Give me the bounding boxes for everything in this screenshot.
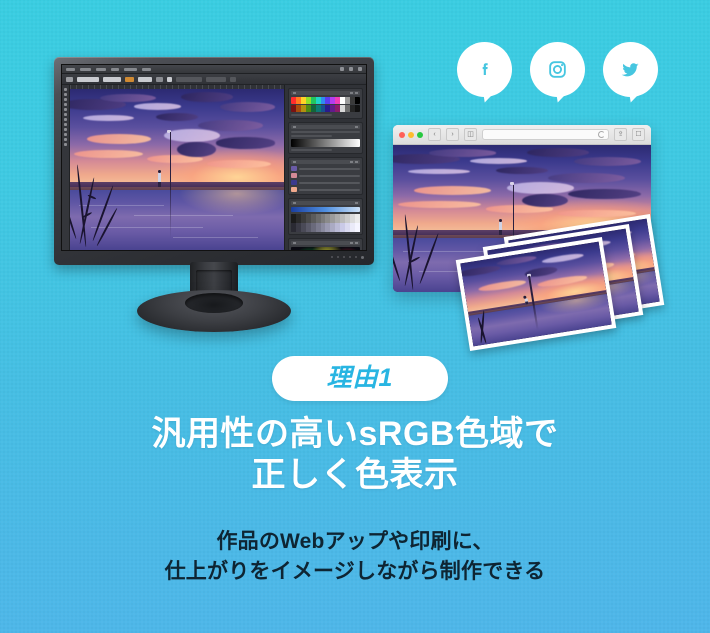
- monitor-illustration: [54, 57, 374, 332]
- minimize-icon: [408, 131, 414, 138]
- app-panel-column: [284, 85, 366, 250]
- social-bubble-facebook[interactable]: [457, 42, 512, 97]
- photo-prints-stack: [432, 213, 682, 355]
- address-bar[interactable]: [482, 129, 609, 140]
- reload-icon[interactable]: [598, 131, 605, 138]
- page-subtitle: 作品のWebアップや印刷に、 仕上がりをイメージしながら制作できる: [0, 527, 710, 588]
- color-gamut-panel[interactable]: [288, 238, 363, 250]
- headline-line-2: 正しく色表示: [251, 456, 459, 495]
- headline-line-1: 汎用性の高いsRGB色域で: [151, 415, 559, 453]
- social-bubble-twitter[interactable]: [603, 42, 658, 97]
- window-traffic-lights[interactable]: [399, 131, 423, 138]
- sidebar-icon[interactable]: ◫: [464, 128, 477, 141]
- tabs-icon[interactable]: ☐: [632, 128, 645, 141]
- foreground-grass: [70, 137, 147, 250]
- back-button[interactable]: ‹: [428, 128, 441, 141]
- app-workspace: [62, 85, 366, 250]
- social-icons-group: [457, 42, 658, 97]
- subline-line-2: 仕上がりをイメージしながら制作できる: [164, 560, 546, 584]
- monitor-bezel: [54, 57, 374, 265]
- close-icon: [399, 131, 405, 138]
- monitor-stand-base: [137, 290, 291, 332]
- app-canvas-area: [70, 85, 284, 250]
- page-title: 汎用性の高いsRGB色域で 正しく色表示: [0, 414, 710, 497]
- maximize-icon: [417, 131, 423, 138]
- color-gamut-chart: [291, 247, 360, 250]
- app-menu-bar[interactable]: [62, 65, 366, 74]
- promo-banner: ‹ › ◫ ⇪ ☐ 理由1 汎用性の高いsRGB色域で 正しく色表示 作品のWe…: [0, 0, 710, 633]
- share-icon[interactable]: ⇪: [614, 128, 627, 141]
- browser-toolbar: ‹ › ◫ ⇪ ☐: [393, 125, 651, 145]
- photo-print: [455, 236, 617, 352]
- person-figure: [157, 169, 162, 188]
- color-swatches-panel[interactable]: [288, 88, 363, 119]
- gradient-panel[interactable]: [288, 122, 363, 154]
- reason-badge-label: 理由1: [326, 364, 394, 392]
- layers-panel[interactable]: [288, 157, 363, 195]
- monitor-screen: [61, 64, 367, 251]
- facebook-icon: [482, 62, 488, 75]
- twitter-icon: [621, 63, 639, 77]
- subline-line-1: 作品のWebアップや印刷に、: [216, 530, 494, 553]
- instagram-icon: [549, 61, 566, 78]
- swatch-grid-panel[interactable]: [288, 198, 363, 235]
- app-options-bar[interactable]: [62, 74, 366, 85]
- sunset-lake-illustration: [70, 89, 284, 250]
- social-bubble-instagram[interactable]: [530, 42, 585, 97]
- reason-badge: 理由1: [272, 356, 448, 401]
- canvas[interactable]: [70, 89, 284, 250]
- photo-editing-app: [62, 65, 366, 250]
- app-toolbar[interactable]: [62, 85, 70, 250]
- forward-button[interactable]: ›: [446, 128, 459, 141]
